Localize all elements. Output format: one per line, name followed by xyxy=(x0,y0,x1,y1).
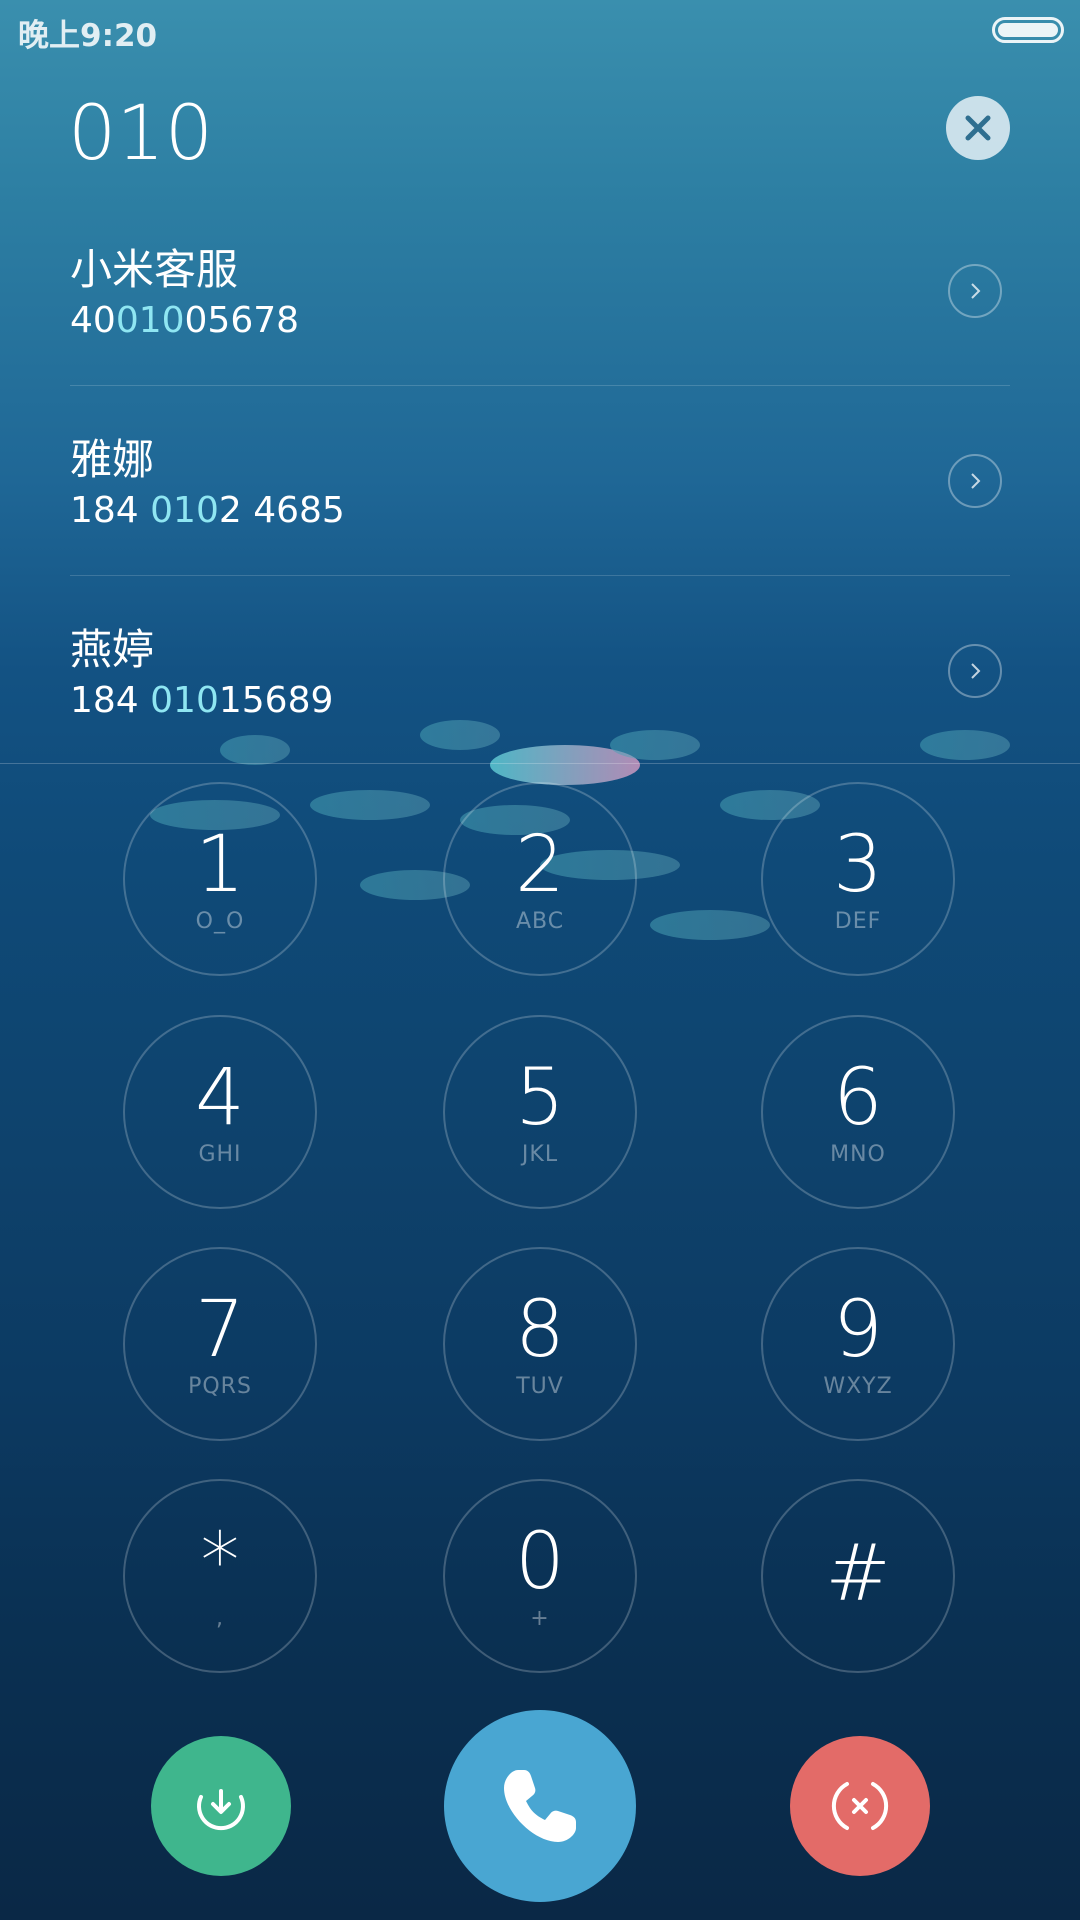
result-name: 雅娜 xyxy=(70,435,155,484)
key-digit: 9 xyxy=(833,1284,883,1375)
status-time: 晚上9:20 xyxy=(18,18,158,54)
key-digit: 4 xyxy=(195,1052,245,1143)
result-item[interactable]: 雅娜 184 0102 4685 xyxy=(0,386,1080,576)
key-3[interactable]: 3 DEF xyxy=(761,782,955,976)
key-hash[interactable]: # xyxy=(761,1479,955,1673)
result-item[interactable]: 燕婷 184 01015689 xyxy=(0,576,1080,766)
key-digit: 1 xyxy=(195,819,245,910)
key-7[interactable]: 7 PQRS xyxy=(123,1247,317,1441)
key-2[interactable]: 2 ABC xyxy=(443,782,637,976)
result-name: 燕婷 xyxy=(70,625,155,674)
key-star[interactable]: * , xyxy=(123,1479,317,1673)
key-letters: , xyxy=(216,1605,224,1631)
cancel-icon xyxy=(831,1782,889,1830)
result-number: 184 0102 4685 xyxy=(70,490,345,531)
key-4[interactable]: 4 GHI xyxy=(123,1015,317,1209)
result-number: 184 01015689 xyxy=(70,680,334,721)
key-1[interactable]: 1 O_O xyxy=(123,782,317,976)
result-detail-button[interactable] xyxy=(948,644,1002,698)
key-letters: O_O xyxy=(195,908,245,934)
key-digit: 5 xyxy=(515,1052,565,1143)
key-letters: JKL xyxy=(521,1141,559,1167)
key-letters: WXYZ xyxy=(823,1373,893,1399)
clear-button[interactable] xyxy=(946,96,1010,160)
key-digit: 8 xyxy=(515,1284,565,1375)
key-letters: + xyxy=(530,1605,550,1631)
search-results: 小米客服 4001005678 雅娜 184 0102 4685 燕婷 184 … xyxy=(0,196,1080,766)
key-6[interactable]: 6 MNO xyxy=(761,1015,955,1209)
dialed-number: 010 xyxy=(68,88,214,177)
key-letters: ABC xyxy=(515,908,565,934)
result-item[interactable]: 小米客服 4001005678 xyxy=(0,196,1080,386)
key-digit: 7 xyxy=(195,1284,245,1375)
chevron-right-icon xyxy=(971,283,981,299)
key-5[interactable]: 5 JKL xyxy=(443,1015,637,1209)
result-detail-button[interactable] xyxy=(948,264,1002,318)
result-detail-button[interactable] xyxy=(948,454,1002,508)
close-icon xyxy=(965,115,991,141)
phone-icon xyxy=(504,1770,576,1842)
key-8[interactable]: 8 TUV xyxy=(443,1247,637,1441)
save-contact-button[interactable] xyxy=(151,1736,291,1876)
key-letters: MNO xyxy=(830,1141,886,1167)
key-0[interactable]: 0 + xyxy=(443,1479,637,1673)
result-number: 4001005678 xyxy=(70,300,300,341)
call-button[interactable] xyxy=(444,1710,636,1902)
key-letters: TUV xyxy=(516,1373,564,1399)
key-letters: GHI xyxy=(198,1141,242,1167)
cancel-button[interactable] xyxy=(790,1736,930,1876)
key-digit: 0 xyxy=(515,1516,565,1607)
key-digit: 2 xyxy=(515,819,565,910)
key-digit: * xyxy=(200,1516,240,1607)
key-letters: PQRS xyxy=(188,1373,252,1399)
results-divider xyxy=(0,763,1080,764)
chevron-right-icon xyxy=(971,663,981,679)
status-bar: 晚上9:20 xyxy=(0,0,1080,60)
key-digit: 3 xyxy=(833,819,883,910)
key-letters: DEF xyxy=(834,908,882,934)
result-name: 小米客服 xyxy=(70,245,239,294)
battery-full-icon xyxy=(992,17,1064,43)
chevron-right-icon xyxy=(971,473,981,489)
download-icon xyxy=(197,1789,245,1831)
key-digit: 6 xyxy=(833,1052,883,1143)
key-9[interactable]: 9 WXYZ xyxy=(761,1247,955,1441)
key-digit: # xyxy=(825,1529,891,1619)
